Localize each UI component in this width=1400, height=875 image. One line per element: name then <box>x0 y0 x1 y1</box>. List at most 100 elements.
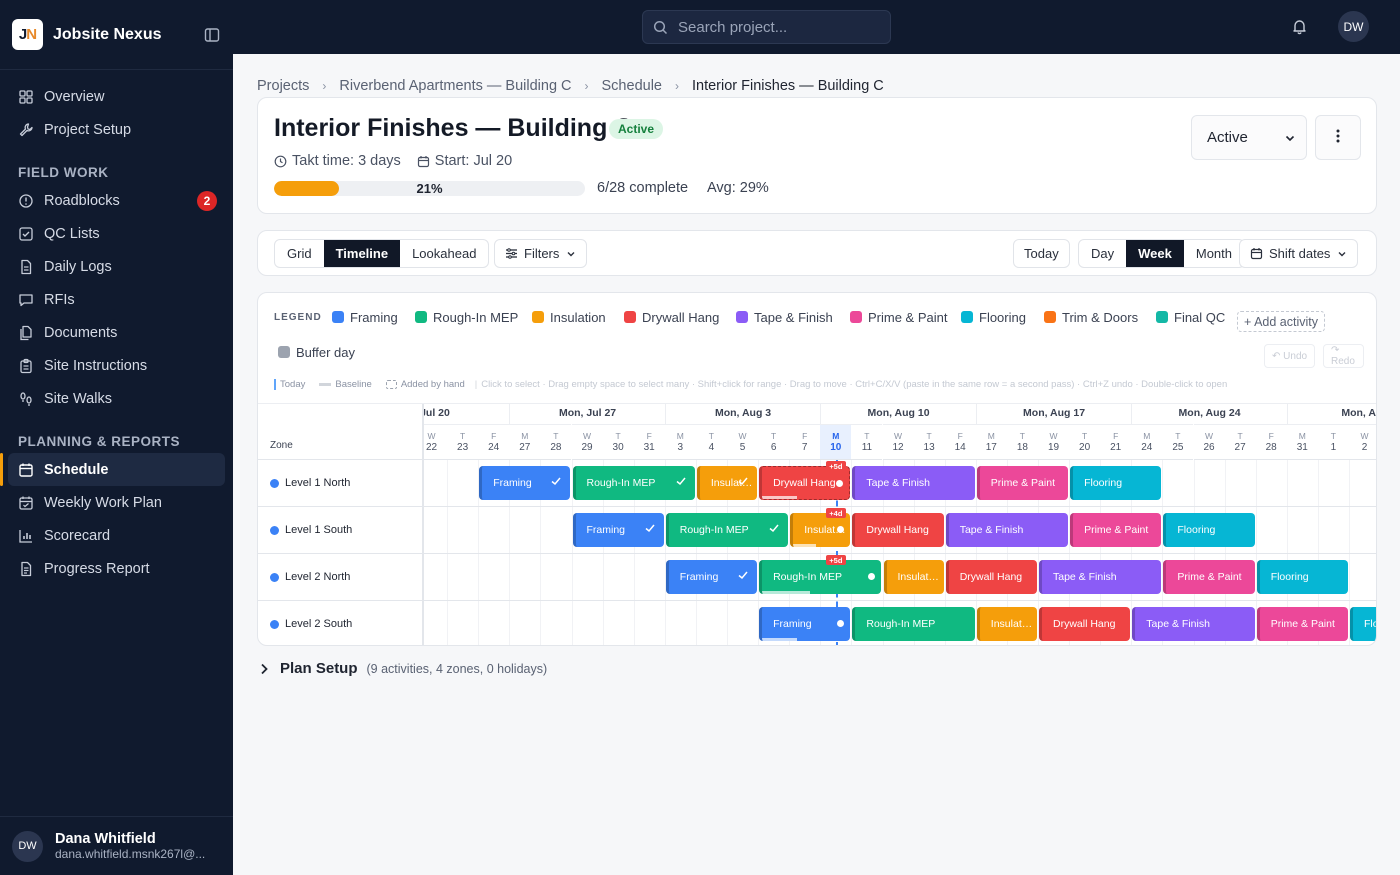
user-profile[interactable]: DW Dana Whitfield dana.whitfield.msnk267… <box>0 816 233 875</box>
activity-bar-rough-in-mep[interactable]: Rough-In MEP <box>572 466 695 500</box>
legend-item-prime-and-paint[interactable]: Prime & Paint <box>850 307 947 327</box>
activity-bar-prime-and-paint[interactable]: Prime & Paint <box>976 466 1069 500</box>
activity-bar-framing[interactable]: Framing <box>665 560 758 594</box>
legend-swatch <box>736 311 748 323</box>
sidebar-item-site-instructions[interactable]: Site Instructions <box>8 349 225 382</box>
day-number: 11 <box>861 442 873 453</box>
activity-bar-framing[interactable]: Framing <box>479 466 571 500</box>
activity-bar-framing[interactable]: Framing <box>759 607 851 641</box>
activity-bar-insulation[interactable]: Insulat… <box>696 466 758 500</box>
legend-swatch <box>961 311 973 323</box>
activity-bar-prime-and-paint[interactable]: Prime & Paint <box>1256 607 1348 641</box>
avatar[interactable]: DW <box>1338 11 1369 42</box>
activity-bar-insulation[interactable]: Insulat… <box>883 560 944 594</box>
activity-bar-drywall-hang[interactable]: Drywall Hang <box>945 560 1037 594</box>
legend-item-buffer-day[interactable]: Buffer day <box>278 342 355 362</box>
activity-bar-rough-in-mep[interactable]: Rough-In MEP <box>852 607 975 641</box>
sidebar-item-schedule[interactable]: Schedule <box>0 453 225 486</box>
sidebar-item-site-walks[interactable]: Site Walks <box>8 382 225 415</box>
zone-list: Level 1 North Level 1 South Level 2 North L… <box>258 460 422 645</box>
activity-bar-rough-in-mep[interactable]: Rough-In MEP <box>665 513 789 547</box>
legend-item-trim-and-doors[interactable]: Trim & Doors <box>1044 307 1138 327</box>
legend-item-insulation[interactable]: Insulation <box>532 307 606 327</box>
breadcrumb-project[interactable]: Riverbend Apartments — Building C <box>339 78 571 94</box>
view-lookahead-button[interactable]: Lookahead <box>400 240 488 267</box>
filters-button[interactable]: Filters <box>494 239 588 268</box>
activity-bar-tape-and-finish[interactable]: Tape & Finish <box>1132 607 1255 641</box>
sidebar-item-project-setup[interactable]: Project Setup <box>8 113 225 146</box>
sidebar-toggle-icon[interactable] <box>203 26 221 44</box>
activity-bar-flooring[interactable]: Flooring <box>1163 513 1255 547</box>
view-grid-button[interactable]: Grid <box>275 240 324 267</box>
activity-bar-prime-and-paint[interactable]: Prime & Paint <box>1070 513 1162 547</box>
more-options-button[interactable] <box>1315 115 1361 160</box>
legend-item-tape-and-finish[interactable]: Tape & Finish <box>736 307 833 327</box>
sidebar-item-weekly-work-plan[interactable]: Weekly Work Plan <box>8 486 225 519</box>
activity-bar-drywall-hang[interactable]: Drywall Hang <box>759 466 851 500</box>
app-logo[interactable]: JN <box>12 19 43 50</box>
day-header: W 19 <box>1038 424 1069 460</box>
activity-bar-drywall-hang[interactable]: Drywall Hang <box>1039 607 1131 641</box>
scale-month-button[interactable]: Month <box>1184 240 1244 267</box>
breadcrumb-projects[interactable]: Projects <box>257 78 309 94</box>
activity-bar-flooring[interactable]: Floo <box>1350 607 1376 641</box>
view-timeline-button[interactable]: Timeline <box>323 240 401 267</box>
activity-label: Drywall Hang <box>1053 618 1116 630</box>
scale-week-button[interactable]: Week <box>1126 240 1184 267</box>
week-header: Mon, Aug <box>1286 404 1376 424</box>
sidebar-item-progress-report[interactable]: Progress Report <box>8 552 225 585</box>
day-letter: M <box>676 431 684 441</box>
activity-bar-drywall-hang[interactable]: Drywall Hang <box>852 513 944 547</box>
activity-bar-flooring[interactable]: Flooring <box>1256 560 1348 594</box>
activity-bar-tape-and-finish[interactable]: Tape & Finish <box>945 513 1069 547</box>
legend-swatch <box>624 311 636 323</box>
activity-bar-rough-in-mep[interactable]: Rough-In MEP <box>759 560 882 594</box>
add-activity-button[interactable]: + Add activity <box>1237 311 1325 332</box>
legend-item-final-qc[interactable]: Final QC <box>1156 307 1225 327</box>
check-icon <box>644 522 656 534</box>
progress-handle[interactable] <box>837 620 845 627</box>
today-button[interactable]: Today <box>1013 239 1070 268</box>
zone-row-level-2-south[interactable]: Level 2 South <box>258 601 422 645</box>
activity-bar-flooring[interactable]: Flooring <box>1070 466 1162 500</box>
zone-row-level-1-south[interactable]: Level 1 South <box>258 507 422 554</box>
status-select[interactable]: Active <box>1191 115 1307 160</box>
bell-icon[interactable] <box>1291 18 1308 35</box>
sidebar-item-documents[interactable]: Documents <box>8 316 225 349</box>
zone-row-level-1-north[interactable]: Level 1 North <box>258 460 422 507</box>
progress-handle[interactable] <box>868 573 876 580</box>
breadcrumb-schedule[interactable]: Schedule <box>602 78 662 94</box>
redo-button[interactable]: ↷ Redo <box>1323 344 1364 368</box>
plan-setup-toggle[interactable]: Plan Setup (9 activities, 4 zones, 0 hol… <box>257 660 547 677</box>
sidebar-item-overview[interactable]: Overview <box>8 80 225 113</box>
day-letter: T <box>1175 431 1181 441</box>
activity-bar-tape-and-finish[interactable]: Tape & Finish <box>852 466 975 500</box>
undo-button[interactable]: ↶ Undo <box>1264 344 1316 368</box>
page-title: Interior Finishes — Building C <box>274 114 633 142</box>
activity-bar-insulation[interactable]: Insulat… <box>790 513 851 547</box>
timeline-area[interactable]: , Jul 20Mon, Jul 27Mon, Aug 3Mon, Aug 10… <box>422 404 1376 645</box>
legend-item-flooring[interactable]: Flooring <box>961 307 1026 327</box>
activity-bar-tape-and-finish[interactable]: Tape & Finish <box>1039 560 1162 594</box>
search-input[interactable]: Search project... <box>642 10 891 44</box>
legend-item-drywall-hang[interactable]: Drywall Hang <box>624 307 719 327</box>
sidebar-item-daily-logs[interactable]: Daily Logs <box>8 250 225 283</box>
legend-item-rough-in-mep[interactable]: Rough-In MEP <box>415 307 518 327</box>
activity-bar-framing[interactable]: Framing <box>572 513 664 547</box>
activity-label: Insulat… <box>897 571 939 583</box>
sidebar-item-scorecard[interactable]: Scorecard <box>8 519 225 552</box>
legend-item-framing[interactable]: Framing <box>332 307 398 327</box>
progress-handle[interactable] <box>836 480 844 487</box>
day-header: T 11 <box>851 424 883 460</box>
activity-bar-prime-and-paint[interactable]: Prime & Paint <box>1163 560 1255 594</box>
sidebar-item-rfis[interactable]: RFIs <box>8 283 225 316</box>
scale-day-button[interactable]: Day <box>1079 240 1126 267</box>
activity-bar-insulation[interactable]: Insulat… <box>976 607 1037 641</box>
sidebar-item-label: Progress Report <box>44 560 150 577</box>
sidebar-item-roadblocks[interactable]: Roadblocks 2 <box>8 184 225 217</box>
shift-dates-button[interactable]: Shift dates <box>1239 239 1359 268</box>
zone-row-level-2-north[interactable]: Level 2 North <box>258 554 422 601</box>
legend-swatch <box>278 346 290 358</box>
sidebar-item-qc-lists[interactable]: QC Lists <box>8 217 225 250</box>
legend-label: Buffer day <box>296 344 356 360</box>
